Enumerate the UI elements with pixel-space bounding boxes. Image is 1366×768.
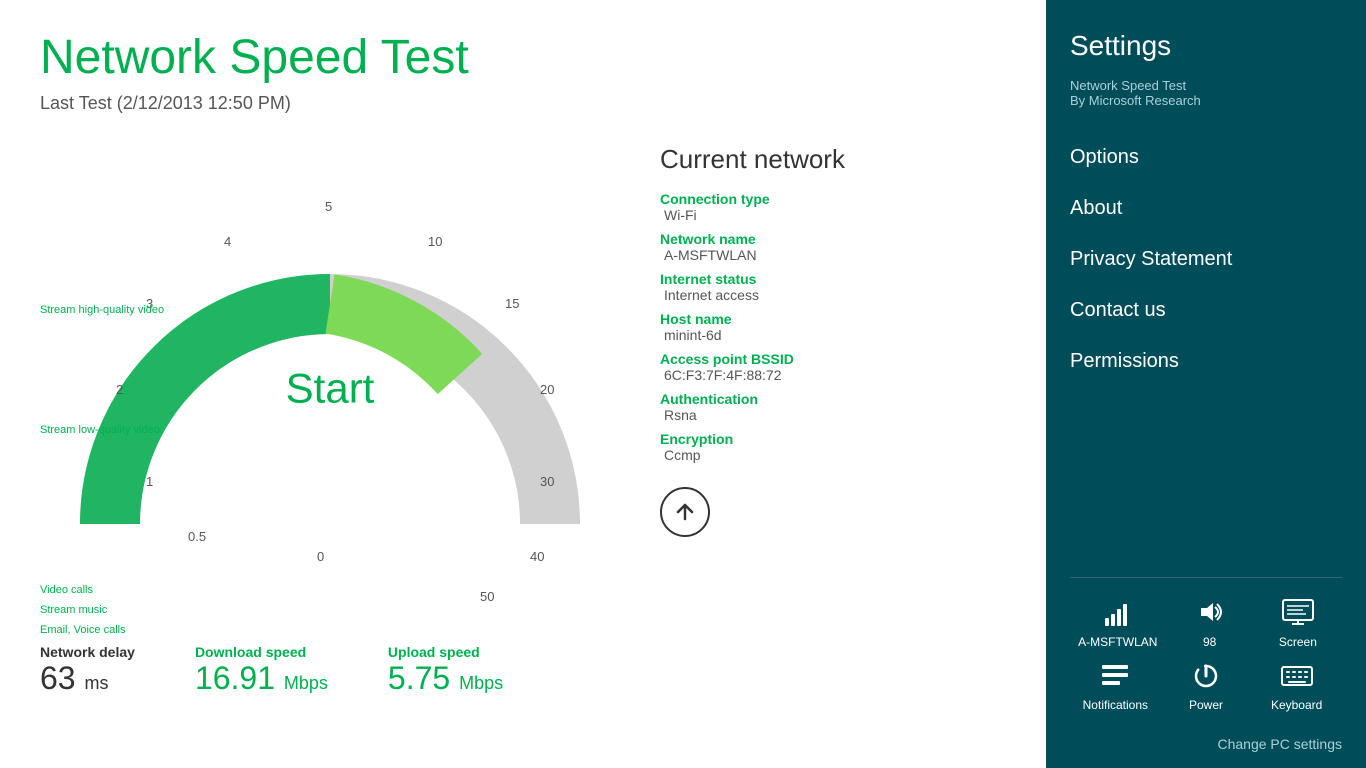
network-value-internet: Internet access bbox=[660, 287, 1006, 303]
network-label-name: Network name bbox=[660, 231, 1006, 247]
network-label-enc: Encryption bbox=[660, 431, 1006, 447]
activity-email: Email, Voice calls bbox=[40, 624, 126, 636]
network-row-auth: Authentication Rsna bbox=[660, 391, 1006, 423]
tray-item-notifications[interactable]: Notifications bbox=[1079, 661, 1151, 712]
network-row-name: Network name A-MSFTWLAN bbox=[660, 231, 1006, 263]
network-row-host: Host name minint-6d bbox=[660, 311, 1006, 343]
stat-download: Download speed 16.91 Mbps bbox=[195, 644, 328, 697]
sidebar-divider bbox=[1070, 577, 1342, 578]
network-value-enc: Ccmp bbox=[660, 447, 1006, 463]
tray-item-keyboard[interactable]: Keyboard bbox=[1261, 661, 1333, 712]
activity-video-calls: Video calls bbox=[40, 584, 93, 596]
network-label-internet: Internet status bbox=[660, 271, 1006, 287]
activity-lq-video: Stream low-quality video bbox=[40, 424, 160, 436]
upload-icon-container bbox=[660, 487, 1006, 537]
network-label-host: Host name bbox=[660, 311, 1006, 327]
notifications-icon bbox=[1100, 661, 1130, 694]
gauge-num-4: 4 bbox=[224, 234, 231, 249]
gauge-container: 0 0.5 1 2 3 4 5 10 15 20 30 40 50 bbox=[40, 134, 620, 614]
screen-icon bbox=[1281, 598, 1315, 631]
gauge-num-2: 2 bbox=[116, 382, 123, 397]
stat-upload-label: Upload speed bbox=[388, 644, 503, 660]
tray-label-keyboard: Keyboard bbox=[1271, 698, 1322, 712]
tray-label-volume: 98 bbox=[1203, 635, 1216, 649]
change-pc-settings[interactable]: Change PC settings bbox=[1070, 724, 1342, 768]
sidebar-item-contact[interactable]: Contact us bbox=[1070, 285, 1342, 336]
settings-title: Settings bbox=[1070, 30, 1342, 62]
system-tray: A-MSFTWLAN 98 bbox=[1070, 588, 1342, 768]
gauge-num-05: 0.5 bbox=[188, 529, 206, 544]
tray-row-1: A-MSFTWLAN 98 bbox=[1070, 598, 1342, 649]
network-value-name: A-MSFTWLAN bbox=[660, 247, 1006, 263]
gauge-num-50: 50 bbox=[480, 589, 494, 604]
network-value-auth: Rsna bbox=[660, 407, 1006, 423]
network-label-connection: Connection type bbox=[660, 191, 1006, 207]
gauge-num-40: 40 bbox=[530, 549, 544, 564]
network-row-bssid: Access point BSSID 6C:F3:7F:4F:88:72 bbox=[660, 351, 1006, 383]
network-value-bssid: 6C:F3:7F:4F:88:72 bbox=[660, 367, 1006, 383]
wifi-icon bbox=[1103, 598, 1133, 631]
gauge-num-1: 1 bbox=[146, 474, 153, 489]
stat-upload-value: 5.75 Mbps bbox=[388, 660, 503, 697]
stat-upload: Upload speed 5.75 Mbps bbox=[388, 644, 503, 697]
stat-delay: Network delay 63 ms bbox=[40, 644, 135, 697]
network-label-auth: Authentication bbox=[660, 391, 1006, 407]
gauge-num-10: 10 bbox=[428, 234, 442, 249]
sidebar-item-privacy[interactable]: Privacy Statement bbox=[1070, 234, 1342, 285]
sidebar-app-info: Network Speed Test By Microsoft Research bbox=[1070, 78, 1342, 108]
main-content: Network Speed Test Last Test (2/12/2013 … bbox=[0, 0, 1046, 768]
stat-download-label: Download speed bbox=[195, 644, 328, 660]
power-icon bbox=[1191, 661, 1221, 694]
gauge-num-30: 30 bbox=[540, 474, 554, 489]
sidebar-nav: Options About Privacy Statement Contact … bbox=[1070, 132, 1342, 567]
activity-music: Stream music bbox=[40, 604, 107, 616]
sidebar-app-by: By Microsoft Research bbox=[1070, 93, 1342, 108]
sidebar-item-permissions[interactable]: Permissions bbox=[1070, 336, 1342, 387]
tray-label-notifications: Notifications bbox=[1083, 698, 1148, 712]
gauge-num-20: 20 bbox=[540, 382, 554, 397]
sidebar-app-name: Network Speed Test bbox=[1070, 78, 1342, 93]
network-info: Current network Connection type Wi-Fi Ne… bbox=[660, 134, 1006, 537]
gauge-num-15: 15 bbox=[505, 296, 519, 311]
sidebar: Settings Network Speed Test By Microsoft… bbox=[1046, 0, 1366, 768]
network-value-host: minint-6d bbox=[660, 327, 1006, 343]
gauge-num-5: 5 bbox=[325, 199, 332, 214]
last-test-label: Last Test (2/12/2013 12:50 PM) bbox=[40, 93, 1006, 114]
tray-row-2: Notifications Power bbox=[1070, 661, 1342, 712]
stat-delay-label: Network delay bbox=[40, 644, 135, 660]
activity-hq-video: Stream high-quality video bbox=[40, 304, 164, 316]
stat-download-value: 16.91 Mbps bbox=[195, 660, 328, 697]
tray-item-wifi[interactable]: A-MSFTWLAN bbox=[1078, 598, 1157, 649]
network-label-bssid: Access point BSSID bbox=[660, 351, 1006, 367]
upload-icon bbox=[660, 487, 710, 537]
volume-icon bbox=[1195, 598, 1225, 631]
network-row-connection: Connection type Wi-Fi bbox=[660, 191, 1006, 223]
network-value-connection: Wi-Fi bbox=[660, 207, 1006, 223]
tray-item-power[interactable]: Power bbox=[1170, 661, 1242, 712]
network-title: Current network bbox=[660, 144, 1006, 175]
tray-label-screen: Screen bbox=[1279, 635, 1317, 649]
network-row-internet: Internet status Internet access bbox=[660, 271, 1006, 303]
middle-section: 0 0.5 1 2 3 4 5 10 15 20 30 40 50 bbox=[40, 134, 1006, 614]
stats-row: Network delay 63 ms Download speed 16.91… bbox=[40, 634, 1006, 697]
network-row-enc: Encryption Ccmp bbox=[660, 431, 1006, 463]
sidebar-item-about[interactable]: About bbox=[1070, 183, 1342, 234]
tray-item-volume[interactable]: 98 bbox=[1174, 598, 1246, 649]
tray-item-screen[interactable]: Screen bbox=[1262, 598, 1334, 649]
gauge-num-0: 0 bbox=[317, 549, 324, 564]
start-button[interactable]: Start bbox=[286, 364, 375, 412]
keyboard-icon bbox=[1280, 661, 1314, 694]
app-title: Network Speed Test bbox=[40, 30, 1006, 85]
tray-label-wifi: A-MSFTWLAN bbox=[1078, 635, 1157, 649]
sidebar-item-options[interactable]: Options bbox=[1070, 132, 1342, 183]
tray-label-power: Power bbox=[1189, 698, 1223, 712]
stat-delay-value: 63 ms bbox=[40, 660, 135, 697]
